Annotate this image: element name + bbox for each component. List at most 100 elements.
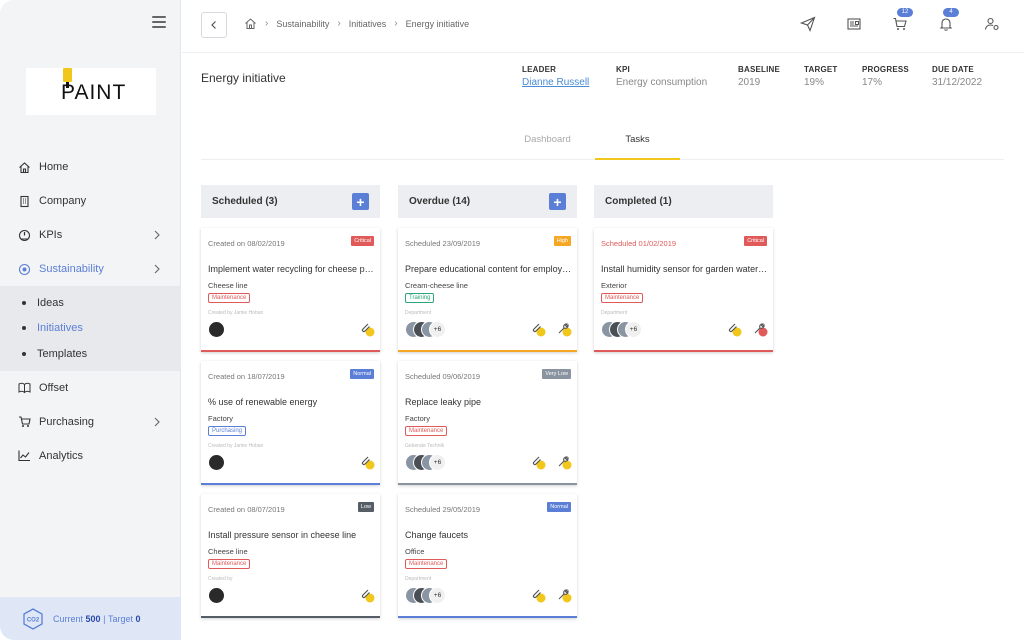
- gauge-icon: [18, 229, 31, 242]
- cart-icon[interactable]: 12: [888, 8, 913, 36]
- card-title: Change faucets: [405, 530, 469, 540]
- breadcrumb-sustainability[interactable]: Sustainability: [276, 19, 329, 29]
- paperclip-icon[interactable]: [529, 586, 547, 604]
- sidebar-item-analytics[interactable]: Analytics: [0, 439, 181, 473]
- sidebar-item-kpis[interactable]: KPIs: [0, 218, 181, 252]
- sidebar-item-label: Home: [39, 161, 69, 173]
- card-date: Created on 08/07/2019: [208, 505, 285, 514]
- card-location: Office: [405, 547, 425, 556]
- column-completed: Completed (1) Scheduled 01/02/2019 Criti…: [594, 185, 773, 352]
- co2-icon: CO2: [23, 607, 43, 630]
- paperclip-icon[interactable]: [358, 453, 376, 471]
- task-card[interactable]: Scheduled 29/05/2019 Normal Change fauce…: [398, 494, 577, 618]
- building-icon: [18, 195, 31, 208]
- subitem-label: Templates: [37, 347, 88, 360]
- task-card[interactable]: Created on 18/07/2019 Normal % use of re…: [201, 361, 380, 485]
- page-title: Energy initiative: [201, 71, 286, 85]
- card-title: Prepare educational content for employee…: [405, 264, 573, 274]
- breadcrumb-current: Energy initiative: [405, 18, 470, 29]
- paint-roller-icon: [63, 68, 72, 88]
- sidebar-item-label: Purchasing: [39, 415, 95, 428]
- meta-due-date: DUE DATE 31/12/2022: [932, 65, 982, 88]
- task-card[interactable]: Scheduled 01/02/2019 Critical Install hu…: [594, 228, 773, 352]
- send-icon[interactable]: [796, 12, 820, 36]
- card-date: Scheduled 29/05/2019: [405, 505, 481, 514]
- globe-icon: [18, 263, 31, 276]
- avatar: [208, 321, 225, 338]
- meta-leader: LEADER Dianne Russell: [522, 65, 589, 88]
- tab-tasks[interactable]: Tasks: [595, 128, 680, 160]
- wrench-icon[interactable]: [555, 320, 573, 338]
- task-card[interactable]: Scheduled 23/09/2019 High Prepare educat…: [398, 228, 577, 352]
- sidebar-item-home[interactable]: Home: [0, 150, 181, 184]
- menu-toggle-icon[interactable]: [152, 16, 166, 28]
- top-icons: 12 4: [774, 8, 1004, 36]
- breadcrumb-initiatives[interactable]: Initiatives: [349, 19, 387, 29]
- avatar: [208, 587, 225, 604]
- sidebar-item-company[interactable]: Company: [0, 184, 181, 218]
- more-members-count: +6: [429, 321, 446, 338]
- meta-label: PROGRESS: [862, 65, 909, 74]
- card-title: Implement water recycling for cheese pro…: [208, 264, 376, 274]
- column-header: Scheduled (3) +: [201, 185, 380, 218]
- sidebar-subitem-initiatives[interactable]: Initiatives: [0, 316, 181, 342]
- sidebar-item-purchasing[interactable]: Purchasing: [0, 405, 181, 439]
- column-title: Overdue (14): [409, 196, 471, 207]
- sidebar-item-sustainability[interactable]: Sustainability: [0, 252, 181, 286]
- add-task-button[interactable]: +: [352, 193, 369, 210]
- logo: PAINT: [26, 68, 156, 115]
- more-members-count: +6: [429, 454, 446, 471]
- priority-bar: [201, 350, 380, 352]
- user-settings-icon[interactable]: [980, 12, 1004, 36]
- sidebar-item-label: Sustainability: [39, 263, 104, 275]
- leader-link[interactable]: Dianne Russell: [522, 77, 589, 88]
- priority-badge: Normal: [350, 369, 374, 379]
- card-tag: Training: [405, 293, 435, 303]
- card-tag: Maintenance: [405, 426, 448, 436]
- card-meta: Department: [601, 310, 628, 316]
- home-icon[interactable]: [244, 17, 257, 30]
- sidebar: PAINT Home Company KPIs Sustainability I…: [0, 0, 181, 640]
- chevron-right-icon: [154, 264, 160, 274]
- paperclip-icon[interactable]: [725, 320, 743, 338]
- newspaper-icon[interactable]: [842, 12, 866, 36]
- wrench-icon[interactable]: [555, 453, 573, 471]
- tab-dashboard[interactable]: Dashboard: [500, 128, 595, 160]
- card-date: Scheduled 09/06/2019: [405, 372, 481, 381]
- paperclip-icon[interactable]: [358, 320, 376, 338]
- chevron-left-icon: [211, 21, 216, 29]
- chevron-right-icon: [154, 230, 160, 240]
- meta-label: TARGET: [804, 65, 838, 74]
- priority-badge: Critical: [351, 236, 374, 246]
- co2-current-label: Current: [53, 613, 84, 624]
- bullet-icon: [22, 300, 26, 305]
- sidebar-subitem-templates[interactable]: Templates: [0, 341, 181, 367]
- task-card[interactable]: Created on 08/02/2019 Critical Implement…: [201, 228, 380, 352]
- chevron-right-icon: [154, 417, 160, 426]
- meta-value: 19%: [804, 77, 825, 88]
- paperclip-icon[interactable]: [358, 586, 376, 604]
- chart-icon: [18, 449, 31, 462]
- task-card[interactable]: Scheduled 09/06/2019 Very Low Replace le…: [398, 361, 577, 485]
- sidebar-nav: Home Company KPIs Sustainability Ideas I…: [0, 150, 181, 473]
- paperclip-icon[interactable]: [529, 320, 547, 338]
- back-button[interactable]: [201, 12, 227, 38]
- wrench-icon[interactable]: [751, 320, 769, 338]
- add-task-button[interactable]: +: [549, 193, 566, 210]
- task-card[interactable]: Created on 08/07/2019 Low Install pressu…: [201, 494, 380, 618]
- column-header: Overdue (14) +: [398, 185, 577, 218]
- subitem-label: Ideas: [37, 296, 64, 309]
- wrench-icon[interactable]: [555, 586, 573, 604]
- cart-icon: [18, 415, 31, 428]
- meta-label: BASELINE: [738, 65, 781, 74]
- sidebar-item-label: Analytics: [39, 449, 84, 462]
- bell-icon[interactable]: 4: [934, 8, 959, 36]
- paperclip-icon[interactable]: [529, 453, 547, 471]
- priority-badge: Normal: [547, 502, 571, 512]
- column-overdue: Overdue (14) + Scheduled 23/09/2019 High…: [398, 185, 577, 618]
- priority-badge: Very Low: [542, 369, 571, 379]
- sidebar-subitem-ideas[interactable]: Ideas: [0, 290, 181, 316]
- card-meta: Created by Jamie Hoban: [208, 310, 264, 316]
- card-location: Factory: [208, 414, 234, 423]
- sidebar-item-offset[interactable]: Offset: [0, 371, 181, 405]
